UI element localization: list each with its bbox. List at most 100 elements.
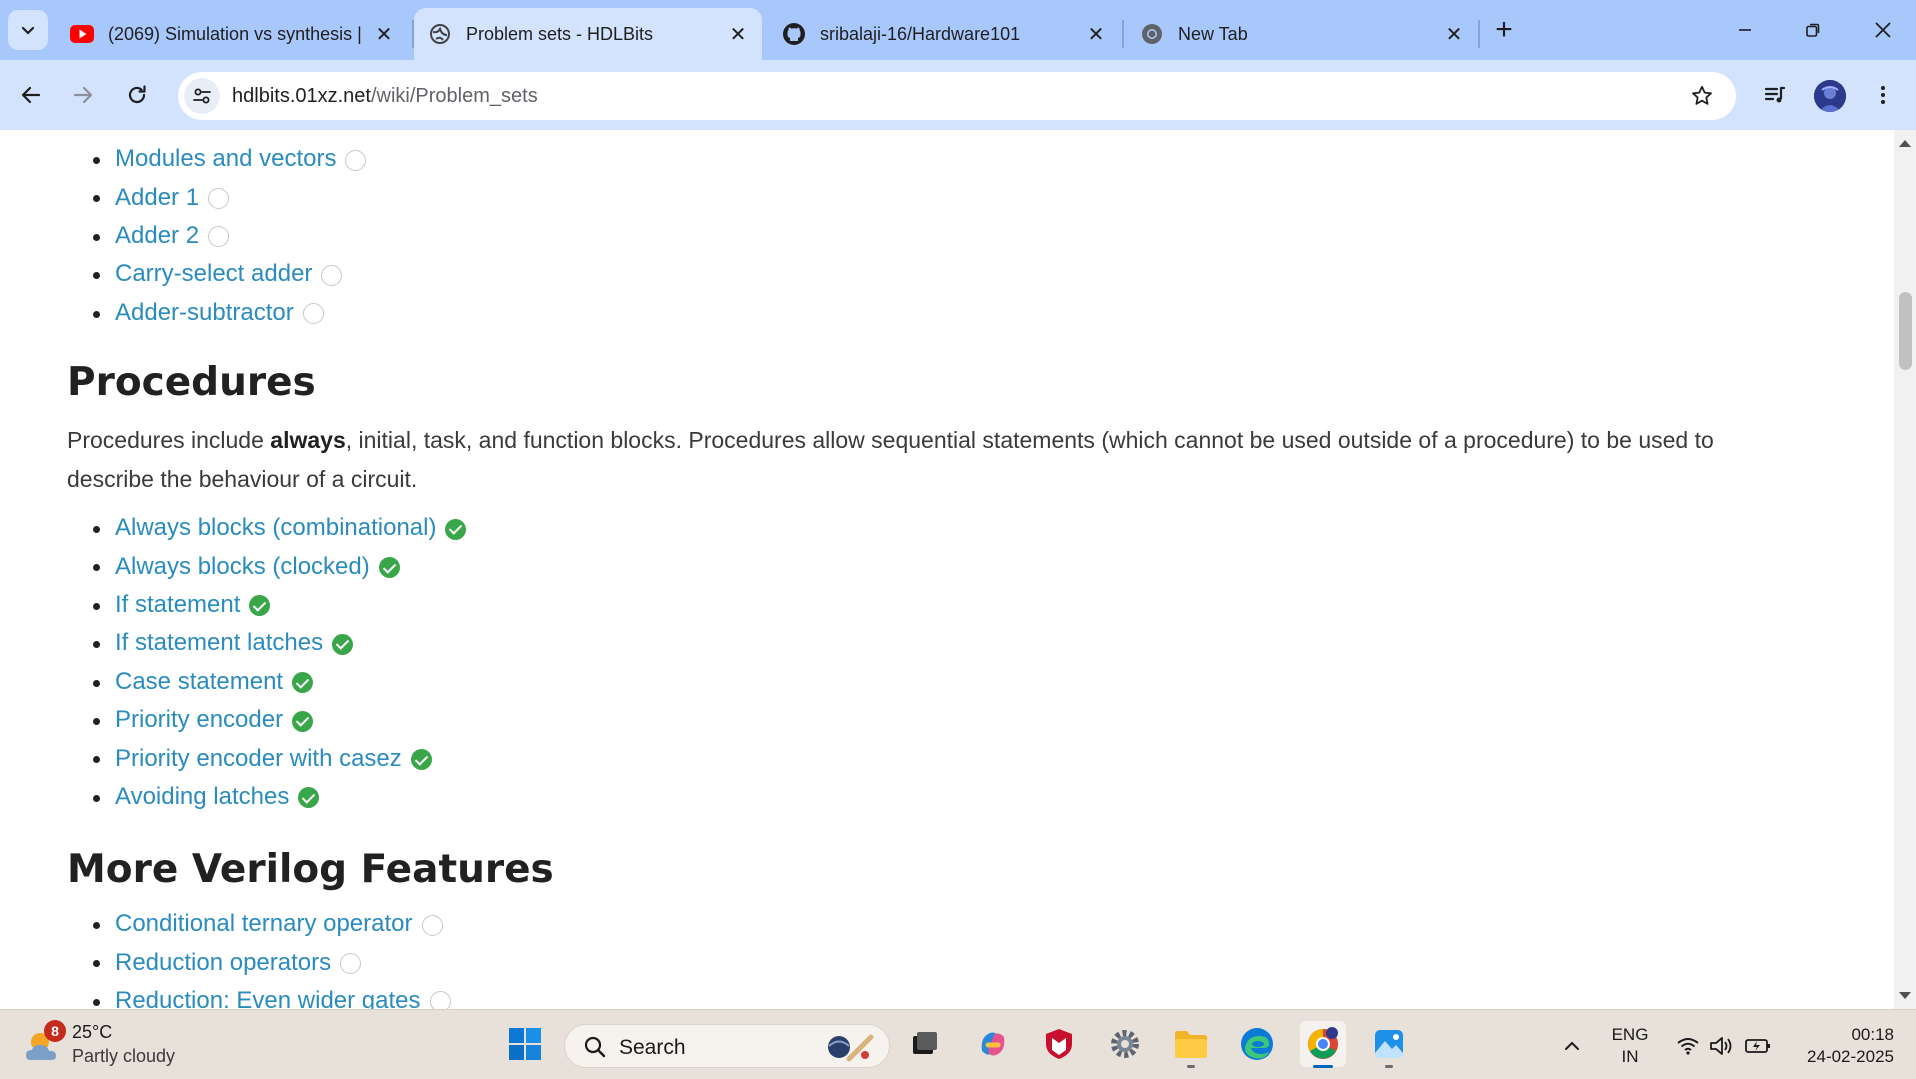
scroll-down-arrow[interactable] bbox=[1899, 992, 1911, 999]
solved-check-icon bbox=[292, 710, 314, 732]
start-button[interactable] bbox=[502, 1021, 548, 1067]
profile-avatar[interactable] bbox=[1814, 80, 1846, 112]
unsolved-status-icon bbox=[302, 303, 324, 325]
problem-link[interactable]: Avoiding latches bbox=[115, 783, 289, 811]
list-item: Adder-subtractor bbox=[67, 294, 366, 332]
list-item: If statement latches bbox=[67, 624, 466, 662]
mcafee-shield-icon bbox=[1046, 1029, 1072, 1059]
tab-github[interactable]: sribalaji-16/Hardware101 ✕ bbox=[768, 8, 1120, 60]
chrome-button[interactable] bbox=[1300, 1021, 1346, 1068]
close-window-button[interactable] bbox=[1848, 0, 1916, 60]
problem-link[interactable]: Modules and vectors bbox=[115, 145, 336, 173]
battery-status[interactable] bbox=[1744, 1032, 1772, 1060]
close-tab-icon[interactable]: ✕ bbox=[724, 20, 752, 48]
problem-link[interactable]: Adder 1 bbox=[115, 184, 199, 212]
address-bar[interactable]: hdlbits.01xz.net/wiki/Problem_sets bbox=[178, 72, 1736, 120]
lang-code: ENG bbox=[1611, 1025, 1649, 1044]
problem-link[interactable]: Conditional ternary operator bbox=[115, 910, 413, 938]
scrollbar-thumb[interactable] bbox=[1899, 292, 1912, 370]
tab-hdlbits[interactable]: Problem sets - HDLBits ✕ bbox=[414, 8, 762, 60]
chrome-icon bbox=[1140, 22, 1164, 46]
restore-button[interactable] bbox=[1778, 0, 1848, 60]
scroll-up-arrow[interactable] bbox=[1899, 140, 1911, 147]
tab-youtube[interactable]: (2069) Simulation vs synthesis | ✕ bbox=[56, 8, 408, 60]
solved-check-icon bbox=[445, 518, 467, 540]
list-item: Priority encoder bbox=[67, 701, 466, 739]
media-controls-button[interactable] bbox=[1754, 74, 1796, 116]
problem-link[interactable]: Case statement bbox=[115, 668, 283, 696]
close-tab-icon[interactable]: ✕ bbox=[370, 20, 398, 48]
edge-icon bbox=[1241, 1028, 1273, 1060]
list-item: Adder 1 bbox=[67, 178, 366, 216]
tab-search-button[interactable] bbox=[8, 10, 48, 50]
arrow-left-icon bbox=[21, 86, 41, 104]
unsolved-status-icon bbox=[421, 914, 443, 936]
chevron-up-icon bbox=[1565, 1041, 1579, 1050]
task-view-button[interactable] bbox=[902, 1021, 948, 1067]
minimize-button[interactable] bbox=[1710, 0, 1780, 60]
github-icon bbox=[782, 22, 806, 46]
queue-music-icon bbox=[1764, 86, 1786, 103]
weather-description[interactable]: Partly cloudy bbox=[72, 1046, 175, 1067]
taskbar-search[interactable]: Search bbox=[564, 1024, 890, 1068]
copilot-button[interactable] bbox=[970, 1021, 1016, 1067]
solved-check-icon bbox=[378, 557, 400, 579]
problem-link[interactable]: Priority encoder bbox=[115, 706, 283, 734]
close-tab-icon[interactable]: ✕ bbox=[1440, 20, 1468, 48]
tab-new-tab[interactable]: New Tab ✕ bbox=[1126, 8, 1478, 60]
list-item: Carry-select adder bbox=[67, 255, 366, 293]
url-path: /wiki/Problem_sets bbox=[370, 85, 538, 107]
problem-link[interactable]: Carry-select adder bbox=[115, 260, 312, 288]
input-language-indicator[interactable]: ENG IN bbox=[1610, 1024, 1650, 1068]
tab-title: New Tab bbox=[1178, 23, 1248, 44]
settings-button[interactable] bbox=[1102, 1021, 1148, 1067]
site-info-button[interactable] bbox=[184, 78, 220, 114]
active-indicator bbox=[1313, 1065, 1333, 1068]
back-button[interactable] bbox=[10, 74, 52, 116]
forward-button[interactable] bbox=[62, 74, 104, 116]
system-clock[interactable]: 00:18 24-02-2025 bbox=[1790, 1024, 1894, 1068]
problem-list-procedures: Always blocks (combinational) Always blo… bbox=[67, 509, 467, 816]
search-highlight-cricket-icon bbox=[828, 1034, 874, 1062]
wifi-status[interactable] bbox=[1674, 1032, 1702, 1060]
section-heading-more-verilog-features: More Verilog Features bbox=[67, 847, 554, 892]
bookmark-star-button[interactable] bbox=[1688, 82, 1716, 110]
problem-link[interactable]: Always blocks (clocked) bbox=[115, 553, 370, 581]
solved-check-icon bbox=[292, 672, 314, 694]
weather-temperature[interactable]: 25°C bbox=[72, 1022, 112, 1043]
mcafee-button[interactable] bbox=[1036, 1021, 1082, 1067]
list-item: Modules and vectors bbox=[67, 140, 367, 178]
reload-button[interactable] bbox=[116, 74, 158, 116]
youtube-icon bbox=[70, 22, 94, 46]
procedures-description: Procedures include always, initial, task… bbox=[67, 421, 1767, 499]
desc-keyword: always bbox=[270, 427, 346, 453]
problem-link[interactable]: Priority encoder with casez bbox=[115, 745, 402, 773]
list-item: If statement bbox=[67, 586, 466, 624]
problem-link[interactable]: Reduction operators bbox=[115, 949, 331, 977]
problem-link[interactable]: Adder-subtractor bbox=[115, 299, 294, 327]
more-vert-icon bbox=[1881, 86, 1885, 104]
file-explorer-button[interactable] bbox=[1168, 1021, 1214, 1068]
problem-link[interactable]: Always blocks (combinational) bbox=[115, 514, 436, 542]
close-tab-icon[interactable]: ✕ bbox=[1082, 20, 1110, 48]
avatar-icon bbox=[1814, 80, 1846, 112]
page-scrollbar[interactable] bbox=[1894, 130, 1916, 1009]
lang-region: IN bbox=[1621, 1047, 1639, 1066]
problem-link[interactable]: Adder 2 bbox=[115, 222, 199, 250]
new-tab-button[interactable]: + bbox=[1486, 12, 1522, 48]
show-hidden-icons-button[interactable] bbox=[1558, 1032, 1586, 1060]
problem-link[interactable]: If statement bbox=[115, 591, 240, 619]
volume-status[interactable] bbox=[1708, 1032, 1736, 1060]
url-text[interactable]: hdlbits.01xz.net/wiki/Problem_sets bbox=[232, 85, 538, 108]
tab-strip: (2069) Simulation vs synthesis | ✕ Probl… bbox=[0, 0, 1916, 60]
reload-icon bbox=[128, 85, 146, 104]
running-indicator bbox=[1187, 1065, 1195, 1068]
tab-title: (2069) Simulation vs synthesis | bbox=[108, 23, 362, 44]
minimize-icon bbox=[1739, 29, 1751, 31]
edge-button[interactable] bbox=[1234, 1021, 1280, 1067]
problem-link[interactable]: Reduction: Even wider gates bbox=[115, 987, 421, 1009]
photos-button[interactable] bbox=[1366, 1021, 1412, 1068]
browser-menu-button[interactable] bbox=[1862, 74, 1904, 116]
solved-check-icon bbox=[410, 749, 432, 771]
problem-link[interactable]: If statement latches bbox=[115, 629, 323, 657]
